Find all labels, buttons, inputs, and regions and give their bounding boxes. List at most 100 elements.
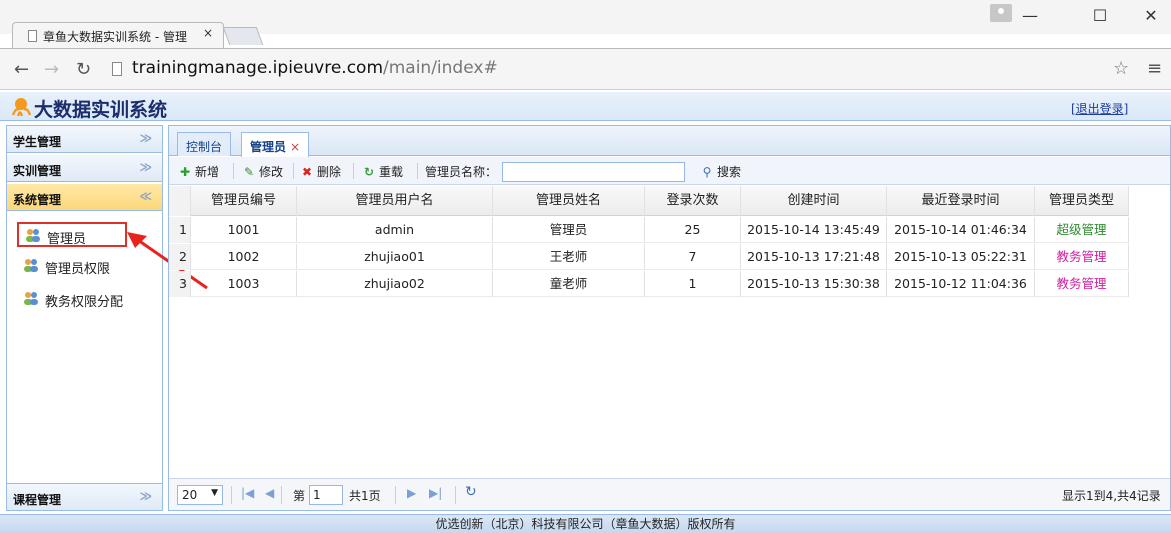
name-cell: 童老师 (493, 271, 645, 297)
name-label: 管理员名称： (425, 165, 498, 179)
close-window-button[interactable]: ✕ (1131, 4, 1171, 28)
table-row[interactable]: 2 1002 zhujiao01 王老师 7 2015-10-13 17:21:… (169, 244, 1129, 270)
browser-tab-title: 章鱼大数据实训系统 - 管理 (43, 30, 187, 44)
column-header[interactable]: 管理员姓名 (493, 186, 645, 216)
new-tab-button[interactable] (222, 27, 264, 45)
column-header[interactable]: 创建时间 (741, 186, 887, 216)
profile-icon[interactable] (990, 4, 1012, 22)
sidebar-section-training[interactable]: 实训管理 ≫ (7, 155, 162, 182)
sidebar-section-system[interactable]: 系统管理 ≪ (7, 184, 162, 211)
users-icon (24, 292, 38, 305)
admin-type-cell: 教务管理 (1035, 271, 1129, 297)
first-page-icon[interactable]: |◀ (241, 486, 254, 500)
menu-icon[interactable]: ≡ (1147, 58, 1162, 79)
pagination-bar: 20 ▼ |◀ ◀ 第 1 共1页 ▶ ▶| ↻ 显示1到4,共4记录 (169, 478, 1170, 510)
table-header: 管理员编号 管理员用户名 管理员姓名 登录次数 创建时间 最近登录时间 管理员类… (169, 186, 1129, 216)
login-count-cell: 7 (645, 244, 741, 270)
collapse-icon[interactable]: ≪ (139, 189, 152, 203)
minimize-button[interactable]: — (1010, 4, 1050, 28)
users-icon (26, 229, 40, 242)
expand-icon[interactable]: ≫ (139, 131, 152, 145)
last-login-cell: 2015-10-12 11:04:36 (887, 271, 1035, 297)
delete-label: 删除 (317, 165, 342, 179)
sidebar-item-admin[interactable]: 管理员 (17, 222, 127, 247)
main-panel: 控制台 管理员 × ✚ 新增 ✎ 修改 ✖ 删除 ↻ 重载 管理员名称： ⚲ 搜索 管理员编… (168, 125, 1171, 511)
reload-button[interactable]: ↻ 重载 (361, 163, 403, 180)
column-header[interactable]: 管理员类型 (1035, 186, 1129, 216)
divider (455, 486, 456, 504)
logout-link[interactable]: [退出登录] (1071, 100, 1128, 117)
delete-x-icon: ✖ (301, 165, 313, 179)
back-icon[interactable]: ← (14, 59, 29, 80)
forward-icon[interactable]: → (44, 59, 59, 80)
maximize-button[interactable]: ☐ (1080, 4, 1120, 28)
expand-icon[interactable]: ≫ (139, 160, 152, 174)
edit-button[interactable]: ✎ 修改 (241, 163, 283, 180)
tab-close-icon[interactable]: × (203, 26, 213, 40)
admin-id-cell: 1002 (191, 244, 297, 270)
page-number-input[interactable]: 1 (309, 485, 343, 505)
search-icon: ⚲ (702, 165, 712, 179)
username-cell: zhujiao01 (297, 244, 493, 270)
divider (233, 163, 234, 179)
login-count-cell: 25 (645, 217, 741, 243)
login-count-cell: 1 (645, 271, 741, 297)
refresh-icon[interactable]: ↻ (465, 484, 477, 500)
octopus-logo-icon (11, 98, 32, 117)
page-prefix: 第 (293, 489, 306, 503)
page-size-select[interactable]: 20 ▼ (177, 485, 223, 505)
column-header[interactable]: 最近登录时间 (887, 186, 1035, 216)
tab-admin[interactable]: 管理员 × (241, 132, 310, 157)
name-cell: 王老师 (493, 244, 645, 270)
sidebar-item-label: 教务权限分配 (45, 295, 124, 310)
reload-icon[interactable]: ↻ (76, 59, 91, 80)
search-label: 搜索 (717, 165, 742, 179)
edit-label: 修改 (259, 165, 284, 179)
table-row[interactable]: 3 1003 zhujiao02 童老师 1 2015-10-13 15:30:… (169, 271, 1129, 297)
column-header[interactable]: 管理员编号 (191, 186, 297, 216)
column-header[interactable]: 登录次数 (645, 186, 741, 216)
bookmark-star-icon[interactable]: ☆ (1113, 58, 1129, 79)
sidebar-section-student[interactable]: 学生管理 ≫ (7, 126, 162, 153)
add-button[interactable]: ✚ 新增 (177, 163, 219, 180)
search-button[interactable]: ⚲ 搜索 (699, 163, 741, 180)
delete-button[interactable]: ✖ 删除 (299, 163, 341, 180)
sidebar-item-admin-permissions[interactable]: 管理员权限 (17, 254, 127, 278)
rownum-header (169, 186, 191, 216)
page-icon (112, 62, 122, 76)
row-number: 3 (169, 271, 191, 297)
browser-tab[interactable]: 章鱼大数据实训系统 - 管理 × (12, 22, 224, 48)
column-header[interactable]: 管理员用户名 (297, 186, 493, 216)
last-login-cell: 2015-10-13 05:22:31 (887, 244, 1035, 270)
last-page-icon[interactable]: ▶| (429, 486, 442, 500)
section-label: 实训管理 (13, 164, 62, 178)
divider (281, 486, 282, 504)
sidebar-item-academic-permissions[interactable]: 教务权限分配 (17, 287, 127, 311)
tab-label: 管理员 (250, 140, 287, 154)
footer: 优选创新（北京）科技有限公司（章鱼大数据）版权所有 (0, 514, 1171, 533)
tab-dashboard[interactable]: 控制台 (177, 132, 232, 156)
plus-icon: ✚ (179, 165, 191, 179)
prev-page-icon[interactable]: ◀ (265, 486, 274, 500)
pencil-icon: ✎ (243, 165, 255, 179)
url-field[interactable]: trainingmanage.ipieuvre.com/main/index# (132, 58, 498, 78)
section-label: 课程管理 (13, 493, 62, 507)
sidebar-section-course[interactable]: 课程管理 ≫ (7, 483, 162, 510)
tab-label: 控制台 (186, 140, 223, 154)
tab-close-icon[interactable]: × (290, 140, 300, 154)
expand-icon[interactable]: ≫ (139, 489, 152, 503)
username-cell: zhujiao02 (297, 271, 493, 297)
add-label: 新增 (195, 165, 220, 179)
users-icon (24, 259, 38, 272)
row-number: 2 (169, 244, 191, 270)
admin-name-input[interactable] (502, 162, 685, 182)
admin-id-cell: 1001 (191, 217, 297, 243)
created-time-cell: 2015-10-14 13:45:49 (741, 217, 887, 243)
url-path: /main/index# (383, 58, 498, 78)
divider (293, 163, 294, 179)
page-icon (28, 30, 37, 42)
next-page-icon[interactable]: ▶ (407, 486, 416, 500)
table-row[interactable]: 1 1001 admin 管理员 25 2015-10-14 13:45:49 … (169, 217, 1129, 243)
divider (353, 163, 354, 179)
reload-label: 重载 (379, 165, 404, 179)
